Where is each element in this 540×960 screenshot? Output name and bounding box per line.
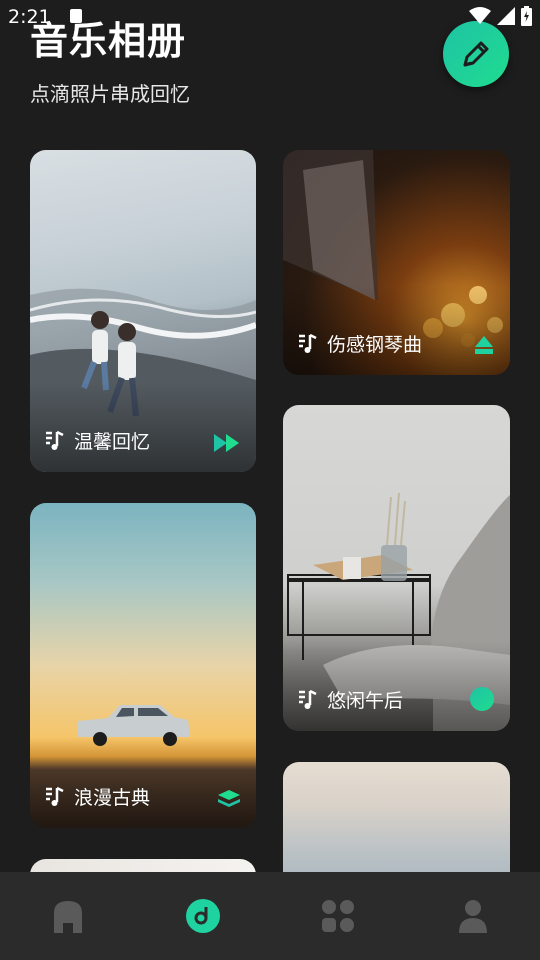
notification-icon (70, 9, 82, 23)
profile-icon (458, 900, 487, 933)
music-disc-icon (185, 899, 220, 933)
tab-music[interactable] (135, 872, 270, 960)
album-title: 悠闲午后 (327, 690, 404, 712)
album-card-4[interactable]: 悠闲午后 (283, 405, 510, 731)
tab-profile[interactable] (405, 872, 540, 960)
album-label: 温馨回忆 (44, 427, 150, 454)
status-time: 2:21 (8, 6, 51, 28)
album-label: 伤感钢琴曲 (297, 330, 422, 357)
music-note-icon (299, 333, 317, 353)
page-subtitle: 点滴照片串成回忆 (30, 82, 190, 106)
music-note-icon (46, 786, 64, 806)
album-title: 浪漫古典 (74, 787, 151, 809)
wifi-icon (469, 7, 491, 24)
tab-home[interactable] (0, 872, 135, 960)
status-bar: 2:21 (0, 0, 540, 34)
battery-icon (521, 6, 532, 26)
fast-forward-icon (214, 434, 239, 452)
home-icon (53, 901, 82, 933)
tab-apps[interactable] (270, 872, 405, 960)
album-card-1[interactable]: 温馨回忆 (30, 150, 256, 472)
eject-up-icon (475, 336, 493, 354)
music-note-icon (299, 689, 317, 709)
signal-icon (497, 7, 515, 25)
album-title: 伤感钢琴曲 (327, 334, 423, 356)
music-note-icon (46, 430, 64, 450)
circle-icon (470, 687, 494, 711)
album-label: 浪漫古典 (44, 783, 150, 810)
pencil-icon (463, 41, 489, 67)
album-card-2[interactable]: 伤感钢琴曲 (283, 150, 510, 375)
layers-icon (218, 790, 240, 807)
bottom-tab-bar (0, 872, 540, 960)
apps-grid-icon (321, 900, 354, 932)
album-label: 悠闲午后 (297, 686, 403, 713)
album-card-3[interactable]: 浪漫古典 (30, 503, 256, 828)
album-title: 温馨回忆 (74, 431, 151, 453)
